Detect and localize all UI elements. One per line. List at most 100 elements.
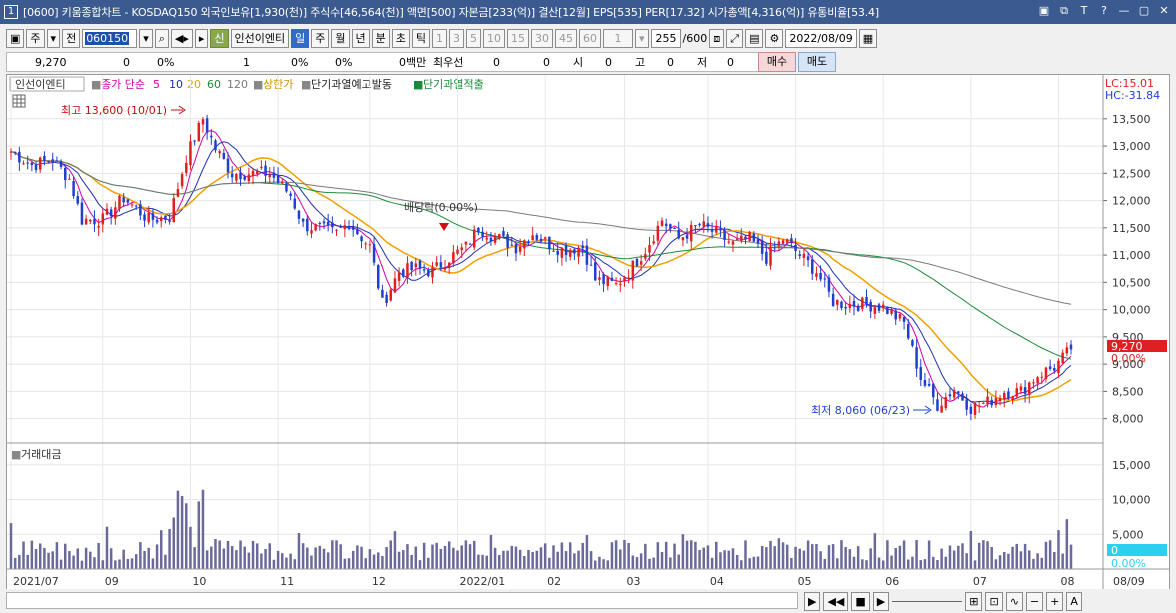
maximize-icon[interactable]: ▢ [1136,3,1152,19]
zoom-out-icon[interactable]: − [1025,592,1044,611]
volume-bar [218,540,221,569]
candle [765,251,768,264]
unit-dropdown-icon[interactable]: ▾ [635,29,649,48]
volume-bar [443,546,447,569]
dropdown-icon[interactable]: ▾ [46,29,61,48]
candle [965,399,968,410]
volume-bar [861,559,864,569]
stock-code-input[interactable]: 060150 [82,29,138,48]
period-day[interactable]: 일 [291,29,310,48]
scroll-last-icon[interactable]: ▶ [872,592,890,611]
price-chart[interactable]: 인선이엔티 ■ 종가 단순 5 10 20 60 120 ■ 상한가 ■ 단기과… [7,75,1169,589]
zoom-in-icon[interactable]: + [1046,592,1064,611]
period-second[interactable]: 초 [391,29,410,48]
candle [957,391,960,394]
volume-bar [727,550,731,569]
scroll-track[interactable] [6,592,798,609]
candle [498,234,501,239]
scroll-first-icon[interactable]: ◀◀ [823,592,849,611]
volume-bar [439,548,443,569]
volume-bar [18,554,21,569]
volume-bar [932,556,935,569]
volume-bar [489,534,493,569]
chart-area[interactable]: 인선이엔티 ■ 종가 단순 5 10 20 60 120 ■ 상한가 ■ 단기과… [6,74,1170,590]
volume-bar [1048,540,1052,569]
volume-bar [723,550,726,569]
candle [226,158,230,173]
candle [197,122,201,142]
count-input[interactable]: 255 [650,29,681,48]
pin-icon[interactable]: T [1076,3,1092,19]
font-icon[interactable]: A [1066,592,1082,611]
window-number-icon: 1 [4,5,18,19]
sell-button[interactable]: 매도 [798,52,836,72]
volume-bar [402,550,405,569]
price-axis-label: 8,000 [1112,413,1144,426]
save-icon[interactable]: ▤ [745,29,764,48]
grid-icon[interactable]: ⊞ [965,592,983,611]
minute-15[interactable]: 15 [507,29,530,48]
layout-icon[interactable]: ▣ [6,29,25,48]
volume-bar [9,523,13,569]
volume-bar [644,543,647,569]
low-label: 저 [697,56,708,69]
minute-5[interactable]: 5 [466,29,482,48]
period-week[interactable]: 주 [311,29,330,48]
volume-bar [769,540,772,569]
volume-bar [606,560,610,569]
legend-ma10: 10 [169,78,183,91]
calendar-icon[interactable]: ▦ [858,29,878,48]
buy-button[interactable]: 매수 [758,52,796,72]
candle [986,396,989,404]
layout-small-icon[interactable]: ⊡ [985,592,1003,611]
help-icon[interactable]: ? [1096,3,1112,19]
all-button[interactable]: 전 [62,29,81,48]
candle [815,273,818,277]
zoom-slider[interactable] [892,592,963,602]
close-icon[interactable]: ✕ [1156,3,1172,19]
unit-input[interactable]: 1 [603,29,634,48]
candle [230,173,234,178]
code-dropdown-icon[interactable]: ▾ [139,29,153,48]
period-select[interactable]: 주 [26,29,45,48]
minute-60[interactable]: 60 [579,29,602,48]
draw-tool-icon[interactable]: ⤢ [726,29,744,48]
speaker-icon[interactable]: ◀▸ [170,29,193,48]
minute-3[interactable]: 3 [449,29,465,48]
scroll-right-icon[interactable]: ▶ [804,592,821,611]
date-input[interactable]: 2022/08/09 [785,29,857,48]
volume-bar [877,557,881,569]
high-value: 0 [667,55,674,69]
period-minute[interactable]: 분 [371,29,390,48]
bottom-scrollbar[interactable]: ▶ ◀◀ ■ ▶ ⊞ ⊡ ∿ − + A [0,589,1176,613]
svg-text:■: ■ [301,78,311,91]
gear-icon[interactable]: ⚙ [765,29,784,48]
minute-10[interactable]: 10 [483,29,506,48]
table-icon[interactable] [12,94,26,108]
minimize-icon[interactable]: — [1116,3,1132,19]
hc-info: HC:-31.84 [1105,89,1160,102]
period-year[interactable]: 년 [351,29,370,48]
volume-bar [986,541,989,569]
prev-next-icon[interactable]: ▸ [194,29,209,48]
candle [139,204,142,216]
line-icon[interactable]: ∿ [1005,592,1023,611]
search-icon[interactable]: ⌕ [154,29,169,48]
candle-type-icon[interactable]: ⧈ [709,29,725,48]
stop-icon[interactable]: ■ [851,592,870,611]
minute-1[interactable]: 1 [432,29,448,48]
volume-bar [214,538,217,569]
volume-bar [998,555,1002,569]
minute-30[interactable]: 30 [531,29,554,48]
period-tick[interactable]: 틱 [411,29,431,48]
candle [485,238,488,240]
period-month[interactable]: 월 [331,29,350,48]
price-axis-label: 10,000 [1112,304,1151,317]
candle [677,229,680,239]
restore-group-icon[interactable]: ⧉ [1056,3,1072,19]
link-icon[interactable]: ▣ [1036,3,1052,19]
volume-bar [815,544,818,569]
volume-bar [594,560,597,569]
volume-bar [990,547,993,569]
minute-45[interactable]: 45 [555,29,578,48]
